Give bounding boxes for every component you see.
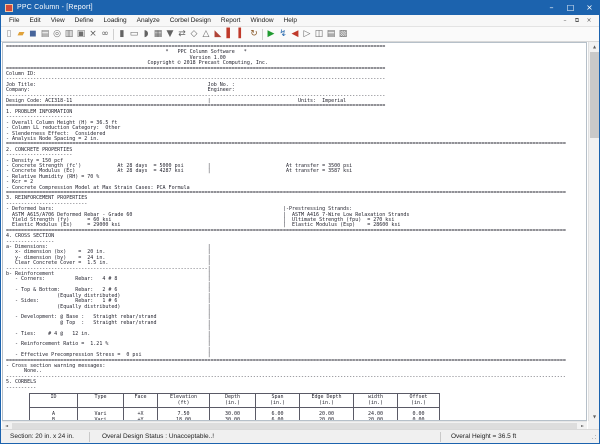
rotate-icon[interactable]: ↻	[248, 28, 260, 41]
save-icon[interactable]: ◼	[27, 28, 39, 41]
corbels-col-offset: Offset (in.)	[397, 392, 440, 409]
scroll-up-icon[interactable]: ▲	[589, 42, 599, 51]
corbels-col-id: ID	[29, 392, 78, 409]
menu-report[interactable]: Report	[216, 15, 246, 27]
scrollbar-corner	[588, 421, 599, 429]
corbels-col-span: Span (in.)	[255, 392, 300, 409]
menu-edit[interactable]: Edit	[24, 15, 45, 27]
corbels-table: ID Type Face Elevation (ft) Depth (in.) Span…	[29, 392, 440, 420]
corbels-col-face: Face	[123, 392, 158, 409]
cross-section-icon[interactable]: ▭	[128, 28, 140, 41]
open-folder-icon[interactable]: ▰	[15, 28, 27, 41]
run-analysis-icon[interactable]: ▶	[265, 28, 277, 41]
report-region: ========================================…	[1, 42, 599, 429]
vertical-scroll-thumb[interactable]	[590, 52, 599, 138]
horizontal-scrollbar[interactable]: ◄ ►	[2, 421, 587, 429]
mdi-controls: – ⧉ ×	[559, 15, 599, 26]
menu-loading[interactable]: Loading	[98, 15, 131, 27]
scroll-left-icon[interactable]: ◄	[2, 422, 11, 429]
scroll-down-icon[interactable]: ▼	[589, 412, 599, 421]
toolbar-separator	[262, 28, 263, 40]
corbels-table-body: A Vari +X 7.50 30.00 6.00 20.00 24.00 0.00 B Vari +…	[29, 407, 440, 420]
refresh-icon[interactable]: ⇄	[176, 28, 188, 41]
horizontal-scroll-thumb[interactable]	[12, 423, 577, 429]
status-design-status: Overal Design Status : Unacceptable..!	[102, 433, 215, 440]
arrow-red-icon[interactable]: ◀	[289, 28, 301, 41]
corbels-table-header: ID Type Face Elevation (ft) Depth (in.) Span…	[29, 392, 440, 409]
title-bar: PPC Column - [Report] – □ ×	[1, 1, 599, 15]
copy-icon[interactable]: ▣	[75, 28, 87, 41]
page-setup-icon[interactable]: ▥	[63, 28, 75, 41]
report-page: ========================================…	[2, 42, 587, 421]
print-icon[interactable]: ▤	[39, 28, 51, 41]
link-icon[interactable]: ∞	[99, 28, 111, 41]
report-text: ========================================…	[6, 44, 566, 391]
mdi-close-button[interactable]: ×	[583, 15, 595, 26]
annotate-icon[interactable]: ◣	[212, 28, 224, 41]
column-icon[interactable]: ▮	[116, 28, 128, 41]
print-preview-icon[interactable]: ◎	[51, 28, 63, 41]
menu-bar: File Edit View Define Loading Analyze Corbel D…	[1, 15, 599, 27]
app-icon	[5, 4, 13, 12]
status-bar: Section: 20 in. x 24 in. Overal Design S…	[1, 429, 599, 443]
menu-help[interactable]: Help	[279, 15, 302, 27]
new-file-icon[interactable]: ▯	[3, 28, 15, 41]
node-icon[interactable]: ◇	[188, 28, 200, 41]
menu-corbel-design[interactable]: Corbel Design	[165, 15, 216, 27]
toolbar-separator	[113, 28, 114, 40]
corbel-icon[interactable]: ◗	[140, 28, 152, 41]
minimize-button[interactable]: –	[542, 1, 561, 15]
menu-analyze[interactable]: Analyze	[132, 15, 165, 27]
loading-icon[interactable]: ▼	[164, 28, 176, 41]
rebar-icon[interactable]: ▦	[152, 28, 164, 41]
mdi-minimize-button[interactable]: –	[559, 15, 571, 26]
bolt-blue-icon[interactable]: ↯	[277, 28, 289, 41]
report-book-icon[interactable]: ▧	[337, 28, 349, 41]
status-section: Section: 20 in. x 24 in.	[10, 433, 74, 440]
mdi-restore-button[interactable]: ⧉	[571, 15, 583, 26]
window-title: PPC Column - [Report]	[17, 4, 93, 11]
delta-icon[interactable]: △	[200, 28, 212, 41]
flag-icon[interactable]: ▷	[301, 28, 313, 41]
results-icon[interactable]: ▌	[224, 28, 236, 41]
menu-file[interactable]: File	[4, 15, 24, 27]
window-controls: – □ ×	[542, 1, 599, 15]
menu-define[interactable]: Define	[70, 15, 99, 27]
toolbar: ▯ ▰ ◼ ▤ ◎ ▥ ▣ × ∞ ▮ ▭ ◗ ▦ ▼ ⇄ ◇ △ ◣ ▌ ▍ ↻ ▶ ↯ ◀ ▷ ◫ ▤ ▧	[1, 27, 599, 42]
corbels-col-elevation: Elevation (ft)	[157, 392, 210, 409]
vertical-scrollbar[interactable]: ▲ ▼	[588, 42, 599, 421]
corbels-col-depth: Depth (in.)	[209, 392, 256, 409]
corbels-col-width: width (in.)	[353, 392, 398, 409]
resize-grip[interactable]	[591, 434, 596, 439]
thermometer-icon[interactable]: ▍	[236, 28, 248, 41]
corbels-col-type: Type	[77, 392, 124, 409]
interaction-chart-icon[interactable]: ◫	[313, 28, 325, 41]
menu-view[interactable]: View	[46, 15, 70, 27]
close-button[interactable]: ×	[580, 1, 599, 15]
app-window: PPC Column - [Report] – □ × File Edit View…	[0, 0, 600, 444]
menu-window[interactable]: Window	[245, 15, 278, 27]
status-overall-height: Overal Height = 36.5 ft	[451, 433, 517, 440]
cut-icon[interactable]: ×	[87, 28, 99, 41]
scroll-right-icon[interactable]: ►	[578, 422, 587, 429]
maximize-button[interactable]: □	[561, 1, 580, 15]
notes-icon[interactable]: ▤	[325, 28, 337, 41]
corbels-col-edge-depth: Edge Depth (in.)	[299, 392, 354, 409]
